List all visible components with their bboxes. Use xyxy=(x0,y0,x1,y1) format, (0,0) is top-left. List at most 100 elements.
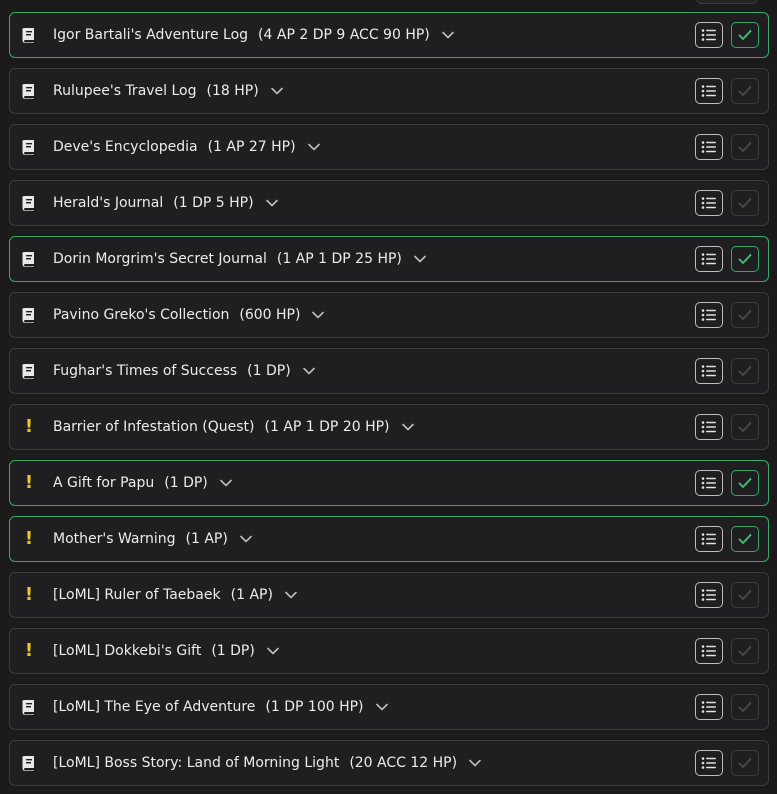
quest-title: Dorin Morgrim's Secret Journal xyxy=(53,251,267,267)
check-icon xyxy=(738,645,752,657)
complete-checkbox[interactable] xyxy=(731,190,759,216)
quest-row[interactable]: ! [LoML] Dokkebi's Gift (1 DP) xyxy=(9,628,769,674)
previous-row-edge xyxy=(696,0,758,4)
book-icon xyxy=(20,80,38,102)
chevron-down-icon[interactable] xyxy=(441,29,454,41)
quest-reward: (1 AP 1 DP 25 HP) xyxy=(276,251,402,267)
check-icon xyxy=(738,421,752,433)
list-button[interactable] xyxy=(695,246,723,272)
book-icon xyxy=(20,136,38,158)
quest-row[interactable]: ! Mother's Warning (1 AP) xyxy=(9,516,769,562)
complete-checkbox[interactable] xyxy=(731,582,759,608)
complete-checkbox[interactable] xyxy=(731,638,759,664)
exclamation-icon: ! xyxy=(24,640,34,661)
complete-checkbox[interactable] xyxy=(731,22,759,48)
list-button[interactable] xyxy=(695,190,723,216)
quest-title: Rulupee's Travel Log xyxy=(53,83,197,99)
quest-row[interactable]: Dorin Morgrim's Secret Journal (1 AP 1 DP… xyxy=(9,236,769,282)
complete-checkbox[interactable] xyxy=(731,414,759,440)
quest-row[interactable]: ! Barrier of Infestation (Quest) (1 AP 1 D… xyxy=(9,404,769,450)
list-button[interactable] xyxy=(695,638,723,664)
chevron-down-icon[interactable] xyxy=(270,85,283,97)
row-actions xyxy=(695,750,759,776)
list-button[interactable] xyxy=(695,302,723,328)
quest-reward: (1 AP) xyxy=(185,531,228,547)
quest-reward: (18 HP) xyxy=(206,83,259,99)
complete-checkbox[interactable] xyxy=(731,358,759,384)
list-icon xyxy=(701,532,717,546)
chevron-down-icon[interactable] xyxy=(267,645,279,657)
quest-reward: (20 ACC 12 HP) xyxy=(349,755,458,771)
quest-title: Igor Bartali's Adventure Log xyxy=(53,27,249,43)
book-icon xyxy=(20,192,38,214)
row-actions xyxy=(695,134,759,160)
check-icon xyxy=(738,701,752,713)
row-actions xyxy=(695,638,759,664)
chevron-down-icon[interactable] xyxy=(285,589,297,601)
complete-checkbox[interactable] xyxy=(731,246,759,272)
row-actions xyxy=(695,302,759,328)
chevron-down-icon[interactable] xyxy=(469,757,481,769)
quest-row[interactable]: Igor Bartali's Adventure Log (4 AP 2 DP 9… xyxy=(9,12,769,58)
check-icon xyxy=(738,197,752,209)
check-icon xyxy=(738,85,752,97)
book-icon xyxy=(20,304,38,326)
check-icon xyxy=(738,533,752,545)
quest-title: Deve's Encyclopedia xyxy=(53,139,198,155)
list-button[interactable] xyxy=(695,526,723,552)
list-button[interactable] xyxy=(695,750,723,776)
check-icon xyxy=(738,309,752,321)
check-icon xyxy=(738,757,752,769)
chevron-down-icon[interactable] xyxy=(375,701,388,713)
quest-row[interactable]: Pavino Greko's Collection (600 HP) xyxy=(9,292,769,338)
chevron-down-icon[interactable] xyxy=(312,309,325,321)
complete-checkbox[interactable] xyxy=(731,750,759,776)
quest-reward: (1 DP) xyxy=(211,643,255,659)
complete-checkbox[interactable] xyxy=(731,302,759,328)
quest-title: Mother's Warning xyxy=(53,531,176,547)
complete-checkbox[interactable] xyxy=(731,78,759,104)
list-button[interactable] xyxy=(695,582,723,608)
list-button[interactable] xyxy=(695,134,723,160)
complete-checkbox[interactable] xyxy=(731,694,759,720)
complete-checkbox[interactable] xyxy=(731,526,759,552)
quest-row[interactable]: Herald's Journal (1 DP 5 HP) xyxy=(9,180,769,226)
chevron-down-icon[interactable] xyxy=(401,421,414,433)
row-actions xyxy=(695,526,759,552)
quest-row[interactable]: Deve's Encyclopedia (1 AP 27 HP) xyxy=(9,124,769,170)
row-actions xyxy=(695,190,759,216)
list-button[interactable] xyxy=(695,22,723,48)
quest-row[interactable]: Fughar's Times of Success (1 DP) xyxy=(9,348,769,394)
list-icon xyxy=(701,196,717,210)
check-icon xyxy=(738,253,752,265)
chevron-down-icon[interactable] xyxy=(265,197,278,209)
chevron-down-icon[interactable] xyxy=(307,141,320,153)
quest-title: A Gift for Papu xyxy=(53,475,155,491)
chevron-down-icon[interactable] xyxy=(302,365,315,377)
quest-row[interactable]: Rulupee's Travel Log (18 HP) xyxy=(9,68,769,114)
quest-row[interactable]: ! A Gift for Papu (1 DP) xyxy=(9,460,769,506)
list-button[interactable] xyxy=(695,358,723,384)
list-button[interactable] xyxy=(695,78,723,104)
exclamation-icon: ! xyxy=(24,528,34,549)
list-button[interactable] xyxy=(695,694,723,720)
list-button[interactable] xyxy=(695,470,723,496)
list-button[interactable] xyxy=(695,414,723,440)
quest-row[interactable]: [LoML] The Eye of Adventure (1 DP 100 HP) xyxy=(9,684,769,730)
chevron-down-icon[interactable] xyxy=(414,253,426,265)
quest-row[interactable]: ! [LoML] Ruler of Taebaek (1 AP) xyxy=(9,572,769,618)
book-icon xyxy=(20,24,38,46)
quest-reward: (1 AP 1 DP 20 HP) xyxy=(264,419,390,435)
complete-checkbox[interactable] xyxy=(731,134,759,160)
list-icon xyxy=(701,364,717,378)
list-icon xyxy=(701,476,717,490)
row-actions xyxy=(695,694,759,720)
row-actions xyxy=(695,470,759,496)
quest-row[interactable]: [LoML] Boss Story: Land of Morning Light… xyxy=(9,740,769,786)
chevron-down-icon[interactable] xyxy=(240,533,252,545)
complete-checkbox[interactable] xyxy=(731,470,759,496)
quest-title: [LoML] Ruler of Taebaek xyxy=(53,587,221,603)
quest-reward: (4 AP 2 DP 9 ACC 90 HP) xyxy=(258,27,430,43)
quest-title: Pavino Greko's Collection xyxy=(53,307,230,323)
chevron-down-icon[interactable] xyxy=(219,477,232,489)
